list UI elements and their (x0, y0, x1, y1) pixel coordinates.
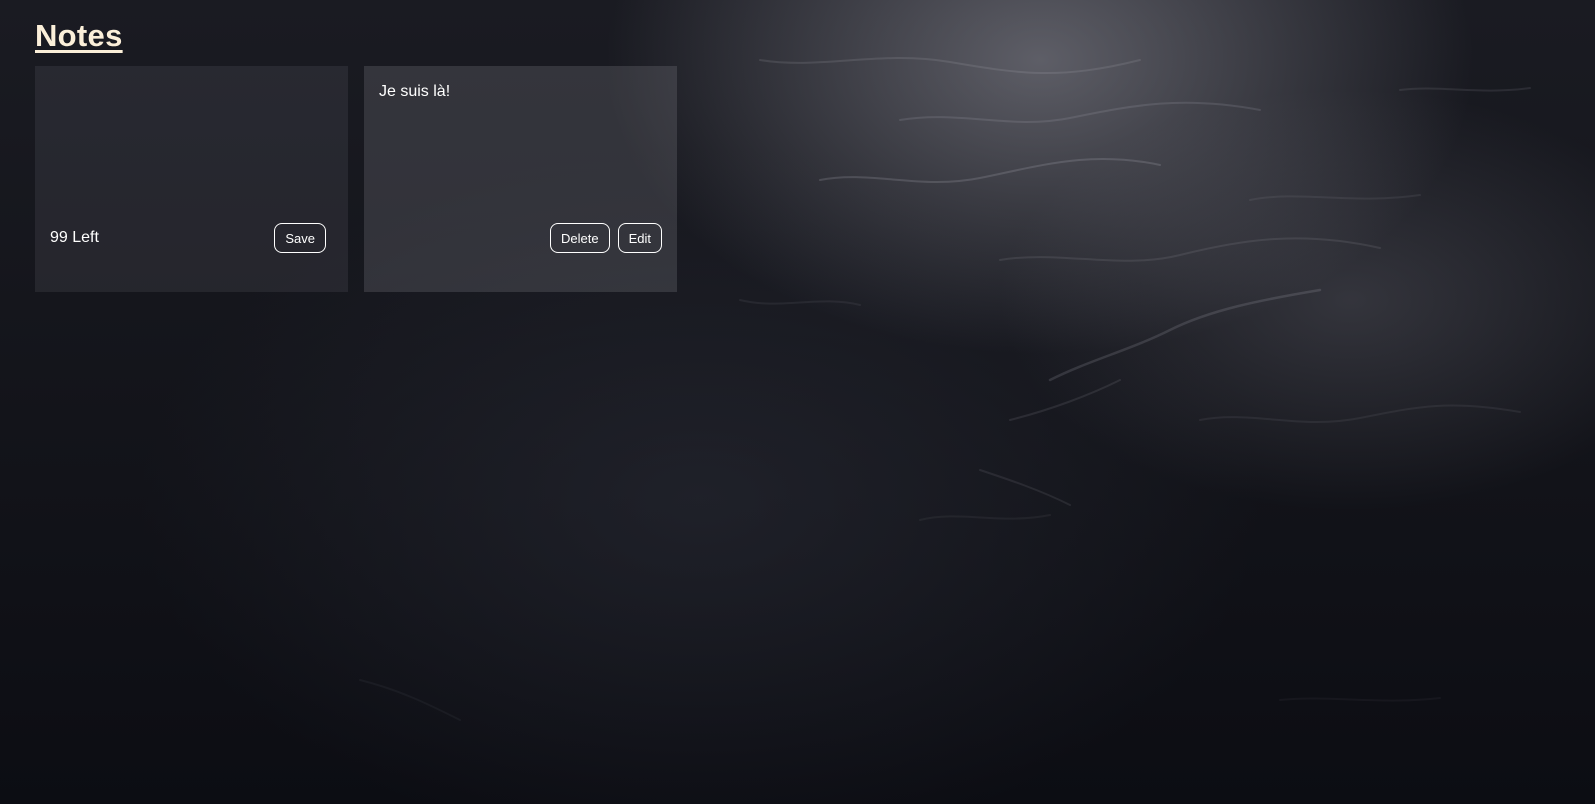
delete-button[interactable]: Delete (550, 223, 610, 253)
characters-left-counter: 99 Left (50, 229, 99, 246)
new-note-card: 99 Left Save (35, 66, 348, 292)
note-footer: Delete Edit (379, 223, 662, 253)
save-button[interactable]: Save (274, 223, 326, 253)
notes-grid: 99 Left Save Je suis là! Delete Edit (35, 66, 677, 292)
new-note-textarea[interactable] (50, 80, 333, 210)
note-card: Je suis là! Delete Edit (364, 66, 677, 292)
edit-button[interactable]: Edit (617, 223, 662, 253)
page-title: Notes (35, 18, 123, 53)
new-note-footer: 99 Left Save (50, 223, 326, 253)
note-text: Je suis là! (379, 83, 451, 100)
